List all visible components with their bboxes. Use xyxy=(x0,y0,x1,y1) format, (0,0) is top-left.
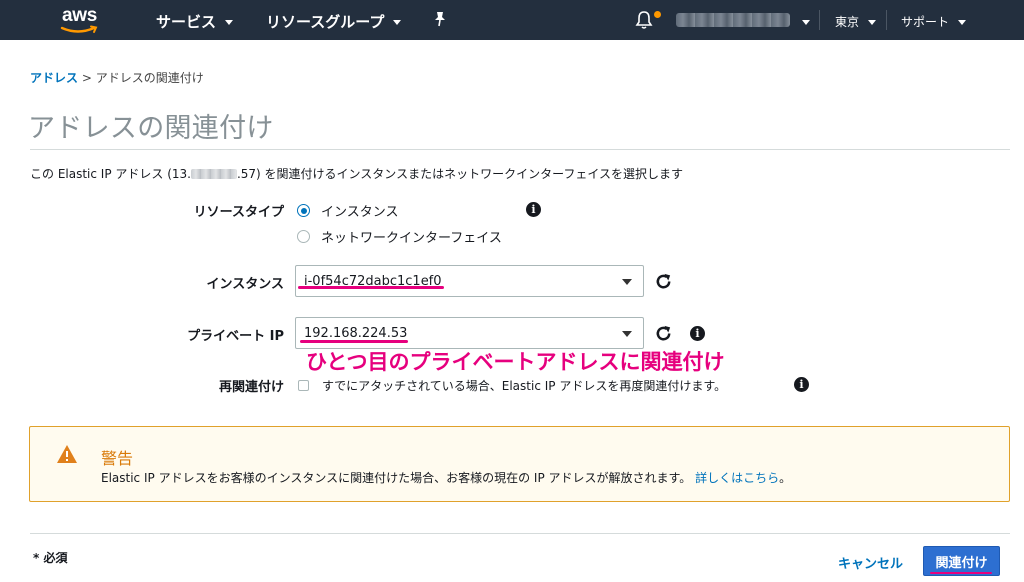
breadcrumb-separator: > xyxy=(81,71,92,85)
bell-icon[interactable] xyxy=(635,10,653,30)
region-label: 東京 xyxy=(835,15,860,29)
chevron-down-icon xyxy=(393,20,402,25)
annotation-underline xyxy=(300,340,408,343)
refresh-icon[interactable] xyxy=(654,324,673,343)
warning-text: Elastic IP アドレスをお客様のインスタンスに関連付けた場合、お客様の現… xyxy=(101,471,692,485)
chevron-down-icon xyxy=(225,20,234,25)
page-description: この Elastic IP アドレス (13. .57) を関連付けるインスタンス… xyxy=(30,165,683,182)
resource-type-label: リソースタイプ xyxy=(193,205,284,220)
radio-instance-label[interactable]: インスタンス xyxy=(321,201,398,220)
notification-badge xyxy=(654,11,661,18)
account-name-redacted[interactable] xyxy=(676,13,790,27)
required-note: * 必須 xyxy=(33,551,68,565)
ip-redacted xyxy=(190,169,237,179)
chevron-down-icon[interactable] xyxy=(802,20,810,25)
page-title: アドレスの関連付け xyxy=(28,113,274,144)
reassociate-checkbox-label[interactable]: すでにアタッチされている場合、Elastic IP アドレスを再度関連付けます。 xyxy=(322,377,726,394)
chevron-down-icon xyxy=(958,20,967,25)
breadcrumb-current: アドレスの関連付け xyxy=(95,71,204,85)
annotation-underline xyxy=(930,572,992,574)
instance-select[interactable]: i-0f54c72dabc1c1ef0 xyxy=(295,265,644,297)
footer-divider xyxy=(30,533,1010,534)
warning-body: Elastic IP アドレスをお客様のインスタンスに関連付けた場合、お客様の現… xyxy=(101,469,791,486)
private-ip-select-value: 192.168.224.53 xyxy=(304,326,408,341)
info-icon[interactable]: i xyxy=(794,377,809,392)
description-suffix: .57) を関連付けるインスタンスまたはネットワークインターフェイスを選択します xyxy=(236,167,683,181)
region-menu[interactable]: 東京 xyxy=(835,13,877,30)
support-label: サポート xyxy=(901,15,950,29)
aws-smile-icon xyxy=(60,25,98,33)
chevron-down-icon xyxy=(622,331,632,337)
pin-icon[interactable] xyxy=(433,11,447,27)
cancel-button[interactable]: キャンセル xyxy=(838,553,903,572)
reassociate-checkbox[interactable] xyxy=(298,380,309,391)
nav-divider xyxy=(886,10,887,30)
aws-logo-icon[interactable]: aws xyxy=(58,5,104,35)
breadcrumb-addresses-link[interactable]: アドレス xyxy=(30,71,78,85)
breadcrumb: アドレス > アドレスの関連付け xyxy=(30,69,204,86)
warning-alert: 警告 Elastic IP アドレスをお客様のインスタンスに関連付けた場合、お客… xyxy=(29,426,1010,502)
radio-network-interface[interactable] xyxy=(297,230,310,243)
title-divider xyxy=(30,149,1010,150)
private-ip-select[interactable]: 192.168.224.53 xyxy=(295,317,644,349)
warning-title: 警告 xyxy=(101,449,134,468)
logo-text: aws xyxy=(62,5,98,26)
support-menu[interactable]: サポート xyxy=(901,13,967,30)
resource-groups-label: リソースグループ xyxy=(266,13,385,31)
warning-icon xyxy=(57,445,77,463)
info-icon[interactable]: i xyxy=(526,202,541,217)
annotation-underline xyxy=(298,286,444,289)
instance-label: インスタンス xyxy=(206,277,284,292)
services-menu[interactable]: サービス xyxy=(156,11,234,32)
nav-divider xyxy=(819,10,820,30)
warning-end: 。 xyxy=(779,471,792,485)
resource-groups-menu[interactable]: リソースグループ xyxy=(266,11,402,32)
radio-instance[interactable] xyxy=(297,204,310,217)
annotation-callout: ひとつ目のプライベートアドレスに関連付け xyxy=(306,350,725,374)
info-icon[interactable]: i xyxy=(690,326,705,341)
top-nav: aws サービス リソースグループ 東京 サポート xyxy=(0,0,1024,40)
refresh-icon[interactable] xyxy=(654,272,673,291)
description-prefix: この Elastic IP アドレス (13. xyxy=(30,167,191,181)
private-ip-label: プライベート IP xyxy=(187,329,284,344)
reassociate-label: 再関連付け xyxy=(218,380,284,395)
radio-network-interface-label[interactable]: ネットワークインターフェイス xyxy=(321,227,502,246)
chevron-down-icon xyxy=(868,20,877,25)
chevron-down-icon xyxy=(622,279,632,285)
learn-more-link[interactable]: 詳しくはこちら xyxy=(695,471,779,485)
services-label: サービス xyxy=(156,13,217,31)
